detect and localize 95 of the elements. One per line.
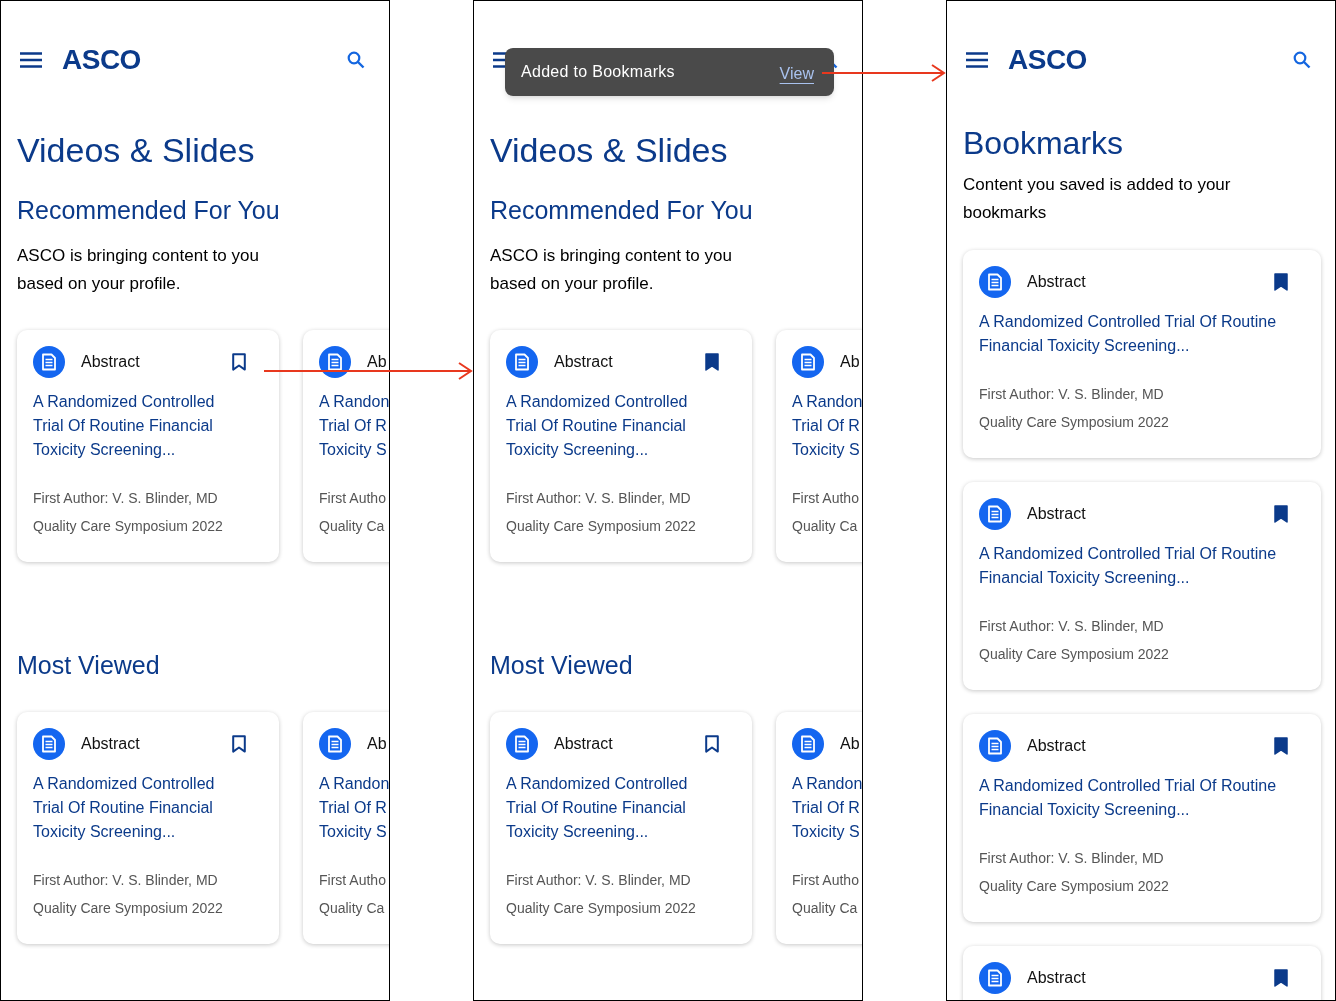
menu-icon[interactable] xyxy=(966,52,988,68)
bookmark-icon[interactable] xyxy=(1274,737,1288,755)
section-description: ASCO is bringing content to you based on your profile. xyxy=(490,245,733,295)
section-description: ASCO is bringing content to you based on your profile. xyxy=(17,245,260,295)
card-title-link[interactable]: A Randon Trial Of R Toxicity S xyxy=(792,390,862,462)
card-event: Quality Care Symposium 2022 xyxy=(979,413,1170,432)
card-event: Quality Care Symposium 2022 xyxy=(33,517,224,536)
card-event: Quality Care Symposium 2022 xyxy=(33,899,224,918)
page-title: Videos & Slides xyxy=(490,130,729,171)
card-title-link[interactable]: A Randon Trial Of R Toxicity S xyxy=(792,772,862,844)
bookmark-icon[interactable] xyxy=(705,353,719,371)
content-type-label: Abstract xyxy=(1027,736,1086,756)
page-title: Videos & Slides xyxy=(17,130,256,171)
menu-icon[interactable] xyxy=(20,52,42,68)
asco-logo[interactable]: ASCO xyxy=(1008,39,1087,81)
content-card[interactable]: Abstract xyxy=(963,946,1321,1000)
content-type-label: Abstract xyxy=(81,734,140,754)
content-card[interactable]: Abstract A Randomized Controlled Trial Of Routine Financial Toxicity Screening... First Author: V. S. Blinder, MD Quality Care Symposium 2022 xyxy=(963,714,1321,922)
document-icon xyxy=(33,346,65,378)
card-author: First Author: V. S. Blinder, MD xyxy=(979,849,1165,868)
card-title-link[interactable]: A Randomized Controlled Trial Of Routine Financial Toxicity Screening... xyxy=(33,772,233,844)
view-link[interactable]: View xyxy=(779,62,814,86)
bookmark-icon[interactable] xyxy=(1274,273,1288,291)
content-card[interactable]: Abstract A Randomized Controlled Trial Of Routine Financial Toxicity Screening... First Author: V. S. Blinder, MD Quality Care Symposium 2022 xyxy=(490,330,752,562)
page-description: Content you saved is added to your bookmarks xyxy=(963,174,1232,224)
card-event: Quality Ca xyxy=(319,899,386,918)
card-author: First Author: V. S. Blinder, MD xyxy=(979,617,1165,636)
card-title-link[interactable]: A Randon Trial Of R Toxicity S xyxy=(319,772,389,844)
bookmark-icon[interactable] xyxy=(232,353,246,371)
search-icon[interactable] xyxy=(1293,51,1311,69)
card-title-link[interactable]: A Randomized Controlled Trial Of Routine Financial Toxicity Screening... xyxy=(979,774,1289,822)
content-type-label: Ab xyxy=(367,734,387,754)
bookmark-icon[interactable] xyxy=(705,735,719,753)
bookmark-icon[interactable] xyxy=(1274,969,1288,987)
document-icon xyxy=(979,962,1011,994)
card-event: Quality Care Symposium 2022 xyxy=(979,645,1170,664)
toast-message: Added to Bookmarks xyxy=(521,62,675,82)
content-type-label: Abstract xyxy=(1027,504,1086,524)
document-icon xyxy=(979,266,1011,298)
section-heading: Recommended For You xyxy=(490,195,754,226)
card-title-link[interactable]: A Randon Trial Of R Toxicity S xyxy=(319,390,389,462)
content-type-label: Abstract xyxy=(1027,272,1086,292)
card-author: First Author: V. S. Blinder, MD xyxy=(979,385,1165,404)
card-author: First Author: V. S. Blinder, MD xyxy=(33,871,219,890)
content-type-label: Ab xyxy=(840,352,860,372)
content-card[interactable]: Abstract A Randomized Controlled Trial Of Routine Financial Toxicity Screening... First Author: V. S. Blinder, MD Quality Care Symposium 2022 xyxy=(963,250,1321,458)
card-author: First Author: V. S. Blinder, MD xyxy=(506,871,692,890)
card-author: First Autho xyxy=(319,871,387,890)
content-card[interactable]: Ab A Randon Trial Of R Toxicity S First Autho Quality Ca xyxy=(776,330,862,562)
content-type-label: Ab xyxy=(840,734,860,754)
card-author: First Autho xyxy=(319,489,387,508)
section-heading: Recommended For You xyxy=(17,195,281,226)
content-type-label: Abstract xyxy=(554,734,613,754)
content-type-label: Abstract xyxy=(554,352,613,372)
card-event: Quality Care Symposium 2022 xyxy=(506,517,697,536)
content-card[interactable]: Abstract A Randomized Controlled Trial Of Routine Financial Toxicity Screening... First Author: V. S. Blinder, MD Quality Care Symposium 2022 xyxy=(963,482,1321,690)
card-event: Quality Care Symposium 2022 xyxy=(506,899,697,918)
asco-logo[interactable]: ASCO xyxy=(62,39,141,81)
page-title: Bookmarks xyxy=(963,124,1125,163)
card-title-link[interactable]: A Randomized Controlled Trial Of Routine Financial Toxicity Screening... xyxy=(506,390,706,462)
document-icon xyxy=(319,346,351,378)
document-icon xyxy=(979,730,1011,762)
card-title-link[interactable]: A Randomized Controlled Trial Of Routine Financial Toxicity Screening... xyxy=(33,390,233,462)
card-event: Quality Ca xyxy=(792,517,859,536)
card-author: First Autho xyxy=(792,871,860,890)
card-title-link[interactable]: A Randomized Controlled Trial Of Routine Financial Toxicity Screening... xyxy=(979,310,1289,358)
content-card[interactable]: Abstract A Randomized Controlled Trial Of Routine Financial Toxicity Screening... First Author: V. S. Blinder, MD Quality Care Symposium 2022 xyxy=(17,712,279,944)
content-type-label: Ab xyxy=(367,352,387,372)
card-event: Quality Care Symposium 2022 xyxy=(979,877,1170,896)
card-event: Quality Ca xyxy=(792,899,859,918)
card-title-link[interactable]: A Randomized Controlled Trial Of Routine Financial Toxicity Screening... xyxy=(979,542,1289,590)
card-author: First Author: V. S. Blinder, MD xyxy=(506,489,692,508)
card-title-link[interactable]: A Randomized Controlled Trial Of Routine Financial Toxicity Screening... xyxy=(506,772,706,844)
content-card[interactable]: Ab A Randon Trial Of R Toxicity S First Autho Quality Ca xyxy=(303,330,389,562)
card-author: First Autho xyxy=(792,489,860,508)
card-author: First Author: V. S. Blinder, MD xyxy=(33,489,219,508)
content-card[interactable]: Abstract A Randomized Controlled Trial Of Routine Financial Toxicity Screening... First Author: V. S. Blinder, MD Quality Care Symposium 2022 xyxy=(17,330,279,562)
document-icon xyxy=(506,346,538,378)
content-type-label: Abstract xyxy=(81,352,140,372)
content-type-label: Abstract xyxy=(1027,968,1086,988)
content-card[interactable]: Ab A Randon Trial Of R Toxicity S First Autho Quality Ca xyxy=(303,712,389,944)
content-card[interactable]: Abstract A Randomized Controlled Trial Of Routine Financial Toxicity Screening... First Author: V. S. Blinder, MD Quality Care Symposium 2022 xyxy=(490,712,752,944)
section-heading: Most Viewed xyxy=(490,650,634,681)
document-icon xyxy=(33,728,65,760)
content-card[interactable]: Ab A Randon Trial Of R Toxicity S First Autho Quality Ca xyxy=(776,712,862,944)
card-event: Quality Ca xyxy=(319,517,386,536)
document-icon xyxy=(979,498,1011,530)
document-icon xyxy=(506,728,538,760)
bookmark-icon[interactable] xyxy=(1274,505,1288,523)
search-icon[interactable] xyxy=(347,51,365,69)
document-icon xyxy=(792,728,824,760)
document-icon xyxy=(319,728,351,760)
bookmark-icon[interactable] xyxy=(232,735,246,753)
document-icon xyxy=(792,346,824,378)
section-heading: Most Viewed xyxy=(17,650,161,681)
